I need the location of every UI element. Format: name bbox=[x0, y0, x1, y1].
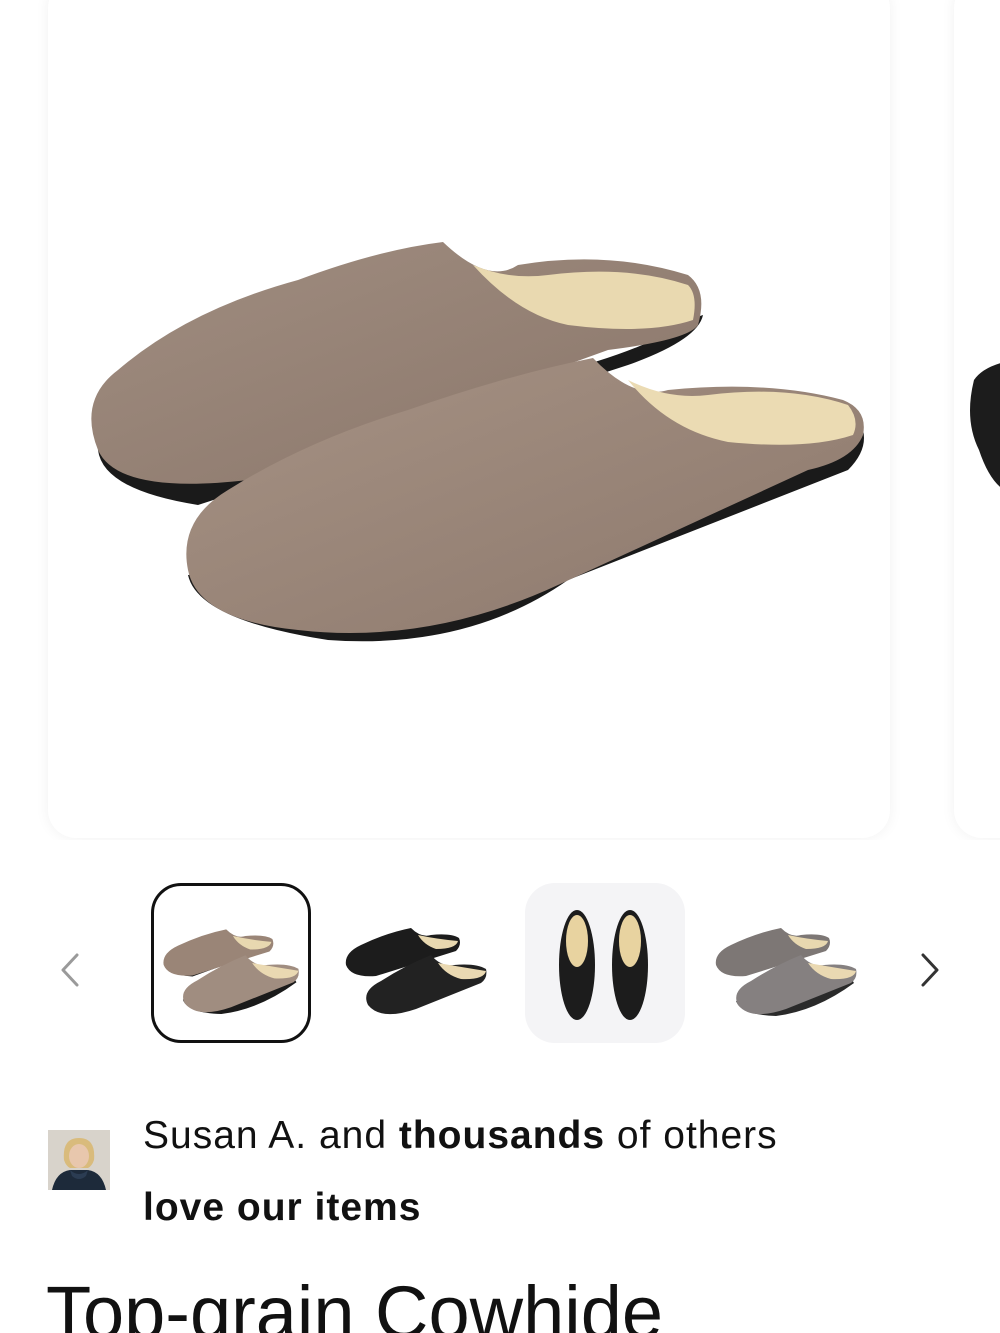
brown-clogs-image bbox=[91, 242, 864, 642]
thumbnail-black-clogs-top[interactable] bbox=[525, 883, 685, 1043]
thumbnail-next-button[interactable] bbox=[910, 950, 950, 990]
social-proof-text: Susan A. and thousands of others love ou… bbox=[143, 1100, 778, 1244]
black-clog-image bbox=[970, 363, 1000, 487]
social-proof-emphasis: thousands bbox=[398, 1114, 606, 1157]
social-proof-line-2: love our items bbox=[143, 1172, 778, 1244]
social-proof-line2-text: love our items bbox=[143, 1186, 422, 1229]
social-proof: Susan A. and thousands of others love ou… bbox=[48, 1100, 948, 1230]
thumbnail-prev-button[interactable] bbox=[50, 950, 90, 990]
thumbnail-black-clogs[interactable] bbox=[336, 883, 496, 1043]
black-clogs-top-thumb bbox=[559, 910, 648, 1020]
black-clogs-thumb bbox=[345, 928, 487, 1015]
main-product-image[interactable] bbox=[48, 0, 890, 838]
social-proof-tail: of others bbox=[616, 1114, 778, 1157]
social-proof-line-1: Susan A. and thousands of others bbox=[143, 1100, 778, 1172]
thumbnail-taupe-clogs[interactable] bbox=[151, 883, 311, 1043]
customer-name: Susan A. and bbox=[143, 1114, 388, 1157]
product-title: Top-grain Cowhide bbox=[46, 1271, 664, 1333]
chevron-left-icon bbox=[61, 953, 79, 987]
thumbnail-strip bbox=[0, 880, 1000, 1045]
avatar bbox=[48, 1130, 110, 1190]
chevron-right-icon bbox=[921, 953, 939, 987]
taupe-clogs-thumb bbox=[163, 929, 299, 1015]
grey-clogs-thumb bbox=[715, 928, 857, 1016]
thumbnail-grey-clogs[interactable] bbox=[706, 883, 866, 1043]
customer-avatar-photo bbox=[48, 1130, 110, 1190]
next-product-image[interactable] bbox=[954, 0, 1000, 838]
product-gallery[interactable] bbox=[0, 0, 1000, 840]
